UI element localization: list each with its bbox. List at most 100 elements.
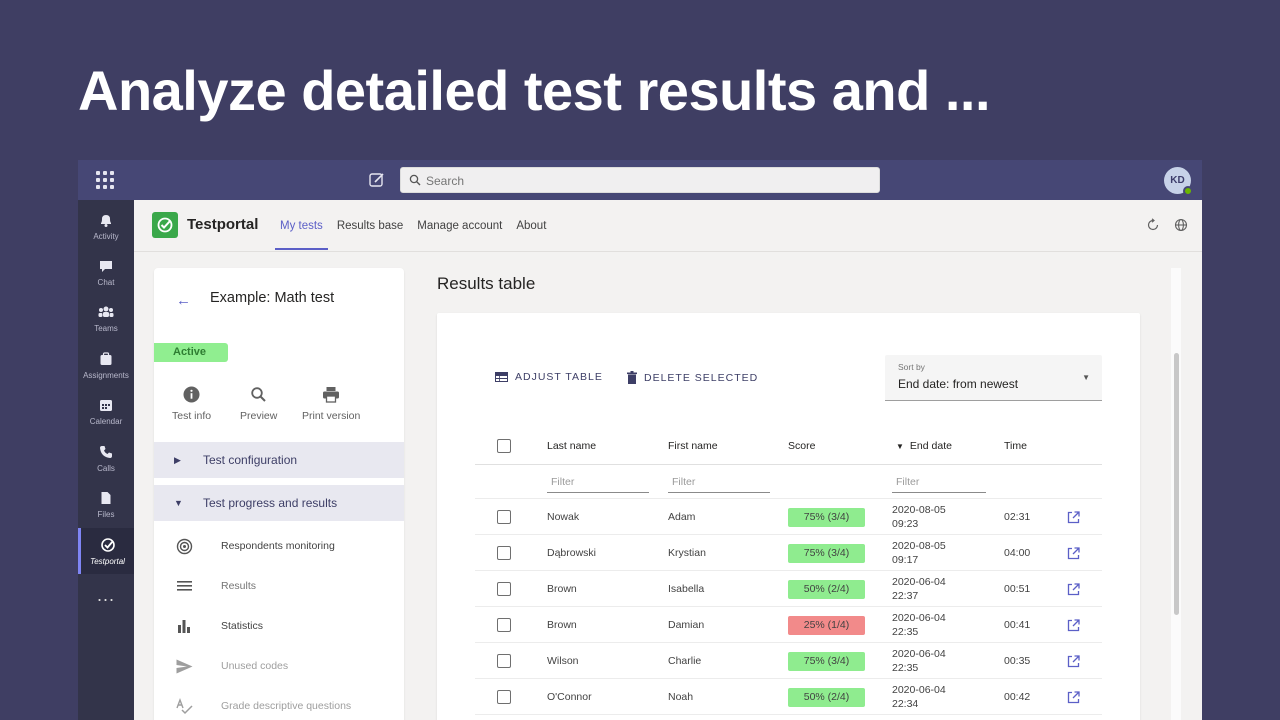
cell-last-name: Brown xyxy=(547,583,577,595)
row-checkbox[interactable] xyxy=(497,690,511,704)
menu-grade-descriptive[interactable]: Grade descriptive questions xyxy=(154,686,404,720)
rail-item-files[interactable]: Files xyxy=(78,482,134,526)
menu-unused-codes[interactable]: Unused codes xyxy=(154,646,404,686)
sort-select[interactable]: Sort by End date: from newest ▼ xyxy=(885,355,1102,401)
table-row[interactable]: Nowak Adam 75% (3/4) 2020-08-05 09:23 02:31 xyxy=(475,499,1102,535)
filter-end-date[interactable]: Filter xyxy=(892,471,986,493)
column-last-name[interactable]: Last name xyxy=(547,427,596,465)
external-link-icon xyxy=(1067,618,1080,631)
column-end-date[interactable]: ▼ End date xyxy=(896,427,952,465)
open-details-button[interactable] xyxy=(1067,499,1080,535)
preview-button[interactable]: Preview xyxy=(240,384,277,422)
rail-item-calls[interactable]: Calls xyxy=(78,436,134,480)
cell-time: 00:35 xyxy=(1004,655,1031,667)
table-row[interactable]: Brown Isabella 50% (2/4) 2020-06-04 22:37 00:… xyxy=(475,571,1102,607)
cell-first-name: Adam xyxy=(668,511,696,523)
open-details-button[interactable] xyxy=(1067,679,1080,715)
menu-respondents-monitoring[interactable]: Respondents monitoring xyxy=(154,526,404,566)
filter-last-name[interactable]: Filter xyxy=(547,471,649,493)
delete-selected-label: DELETE SELECTED xyxy=(644,371,759,384)
end-date: 2020-06-04 xyxy=(892,576,946,588)
cell-last-name: O'Connor xyxy=(547,691,592,703)
open-details-button[interactable] xyxy=(1067,535,1080,571)
row-checkbox[interactable] xyxy=(497,510,511,524)
cell-time: 02:31 xyxy=(1004,511,1031,523)
more-apps-icon[interactable]: ... xyxy=(78,585,134,606)
section-label: Test configuration xyxy=(203,453,298,467)
rail-item-activity[interactable]: Activity xyxy=(78,204,134,248)
magnifier-icon xyxy=(250,384,267,404)
rail-item-testportal[interactable]: Testportal xyxy=(78,528,134,574)
open-details-button[interactable] xyxy=(1067,571,1080,607)
row-checkbox[interactable] xyxy=(497,618,511,632)
cell-time: 00:42 xyxy=(1004,691,1031,703)
rail-label: Testportal xyxy=(90,557,125,566)
rail-label: Activity xyxy=(93,232,119,241)
external-link-icon xyxy=(1067,582,1080,595)
end-date: 2020-06-04 xyxy=(892,648,946,660)
send-icon xyxy=(175,657,193,675)
nav-about[interactable]: About xyxy=(509,200,553,252)
print-version-button[interactable]: Print version xyxy=(302,384,360,422)
compose-icon[interactable] xyxy=(368,171,386,189)
globe-icon[interactable] xyxy=(1174,218,1188,232)
rail-item-chat[interactable]: Chat xyxy=(78,250,134,294)
app-header: Testportal My tests Results base Manage … xyxy=(134,200,1202,252)
table-row[interactable]: Dąbrowski Krystian 75% (3/4) 2020-08-05 09:1… xyxy=(475,535,1102,571)
cell-end-date: 2020-08-05 09:17 xyxy=(892,535,946,571)
back-arrow-icon[interactable]: ← xyxy=(176,292,191,309)
teams-app-rail: Activity Chat Teams Assignments Calendar… xyxy=(78,200,134,720)
nav-manage-account[interactable]: Manage account xyxy=(410,200,509,252)
filter-row: Filter Filter Filter xyxy=(475,465,1102,499)
search-input[interactable] xyxy=(426,171,866,191)
column-score[interactable]: Score xyxy=(788,427,815,465)
app-launcher-icon[interactable] xyxy=(96,171,114,189)
menu-statistics[interactable]: Statistics xyxy=(154,606,404,646)
bell-icon xyxy=(97,211,115,229)
table-icon xyxy=(495,372,508,382)
test-title: Example: Math test xyxy=(210,290,335,306)
rail-item-calendar[interactable]: Calendar xyxy=(78,389,134,433)
test-info-button[interactable]: Test info xyxy=(172,384,211,422)
open-details-button[interactable] xyxy=(1067,607,1080,643)
open-details-button[interactable] xyxy=(1067,643,1080,679)
menu-results[interactable]: Results xyxy=(154,566,404,606)
search-box[interactable] xyxy=(400,167,880,193)
delete-selected-button[interactable]: DELETE SELECTED xyxy=(627,371,758,384)
page-title: Results table xyxy=(437,274,536,293)
app-nav: My tests Results base Manage account Abo… xyxy=(273,200,553,252)
column-label: End date xyxy=(909,440,952,452)
adjust-table-button[interactable]: ADJUST TABLE xyxy=(495,371,603,383)
scrollbar-thumb[interactable] xyxy=(1174,353,1179,615)
table-row[interactable]: O'Connor Noah 50% (2/4) 2020-06-04 22:34 00:4… xyxy=(475,679,1102,715)
table-row[interactable]: Wilson Charlie 75% (3/4) 2020-06-04 22:35 00:… xyxy=(475,643,1102,679)
table-row[interactable]: Brown Damian 25% (1/4) 2020-06-04 22:35 00:41 xyxy=(475,607,1102,643)
caret-right-icon: ▶ xyxy=(174,455,181,465)
user-avatar[interactable]: KD xyxy=(1164,167,1193,196)
row-checkbox[interactable] xyxy=(497,582,511,596)
app-name: Testportal xyxy=(187,216,259,233)
filter-first-name[interactable]: Filter xyxy=(668,471,770,493)
select-all-checkbox[interactable] xyxy=(497,439,511,453)
nav-results-base[interactable]: Results base xyxy=(330,200,410,252)
results-card: ADJUST TABLE DELETE SELECTED Sort by End… xyxy=(437,313,1140,720)
refresh-icon[interactable] xyxy=(1146,218,1160,232)
column-time[interactable]: Time xyxy=(1004,427,1027,465)
chat-icon xyxy=(97,257,115,275)
vertical-scrollbar[interactable] xyxy=(1171,268,1181,720)
phone-icon xyxy=(97,443,115,461)
section-test-configuration[interactable]: ▶ Test configuration xyxy=(154,442,404,478)
radar-icon xyxy=(175,537,193,555)
section-label: Test progress and results xyxy=(203,496,338,510)
row-checkbox[interactable] xyxy=(497,654,511,668)
rail-item-assignments[interactable]: Assignments xyxy=(78,343,134,387)
end-date: 2020-08-05 xyxy=(892,504,946,516)
test-side-panel: ← Example: Math test Active Test info Pr… xyxy=(154,268,404,720)
rail-item-teams[interactable]: Teams xyxy=(78,296,134,340)
end-time: 22:35 xyxy=(892,662,919,674)
rail-label: Calendar xyxy=(89,417,123,426)
nav-my-tests[interactable]: My tests xyxy=(273,200,330,252)
section-test-progress[interactable]: ▼ Test progress and results xyxy=(154,485,404,521)
column-first-name[interactable]: First name xyxy=(668,427,718,465)
row-checkbox[interactable] xyxy=(497,546,511,560)
